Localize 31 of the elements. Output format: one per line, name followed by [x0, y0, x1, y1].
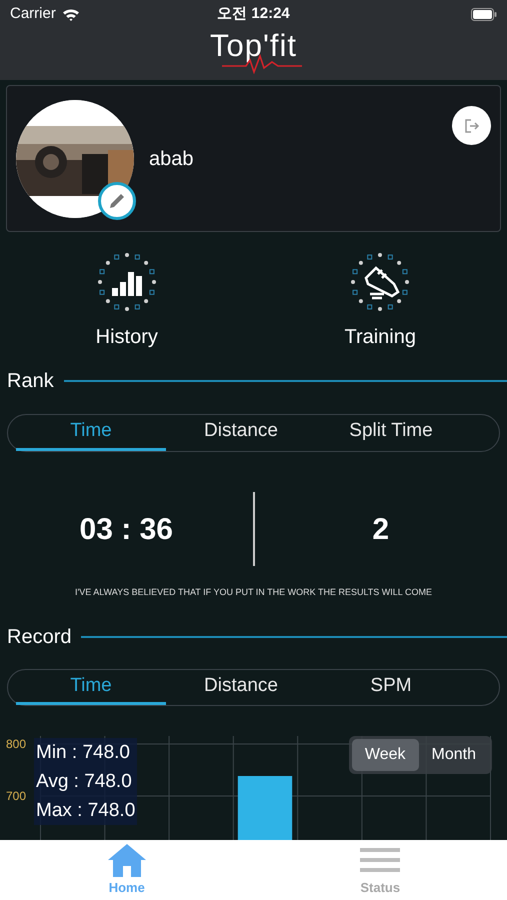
period-option[interactable]: Month	[418, 739, 489, 772]
shortcut-button[interactable]: History	[0, 250, 254, 352]
stat-text: Avg : 748.0	[36, 770, 133, 794]
pencil-icon	[108, 192, 126, 210]
tab[interactable]: SPM	[316, 670, 466, 706]
tab[interactable]: Split Time	[316, 415, 466, 451]
app-logo: Top'fit	[202, 28, 306, 74]
user-name: abab	[149, 146, 194, 172]
logout-button[interactable]	[452, 106, 491, 145]
period-option[interactable]: Week	[352, 739, 419, 772]
edit-photo-button[interactable]	[98, 182, 136, 220]
battery-icon	[470, 8, 497, 20]
tab[interactable]: Time	[16, 670, 166, 706]
time-value: 03 : 36	[78, 512, 174, 548]
section-title: Record	[7, 624, 72, 650]
rank-value: 2	[371, 512, 390, 548]
wifi-icon	[62, 8, 80, 20]
axis-tick-label: 700	[6, 789, 26, 804]
tab[interactable]: Time	[16, 415, 166, 451]
axis-tick-label: 800	[6, 737, 26, 752]
logout-icon	[464, 118, 480, 134]
clock: 오전 12:24	[217, 4, 290, 24]
tab[interactable]: Distance	[166, 670, 316, 706]
stat-text: Min : 748.0	[36, 741, 131, 766]
shortcut-button[interactable]: Training	[254, 250, 507, 352]
motivational-quote: I'VE ALWAYS BELIEVED THAT IF YOU PUT IN THE WORK THE RESULTS WILL COME	[74, 586, 433, 599]
section-title: Rank	[7, 369, 54, 394]
tab[interactable]: Distance	[166, 415, 316, 451]
stat-text: Max : 748.0	[36, 799, 136, 824]
home-icon	[106, 842, 147, 878]
carrier-label: Carrier	[10, 4, 56, 24]
